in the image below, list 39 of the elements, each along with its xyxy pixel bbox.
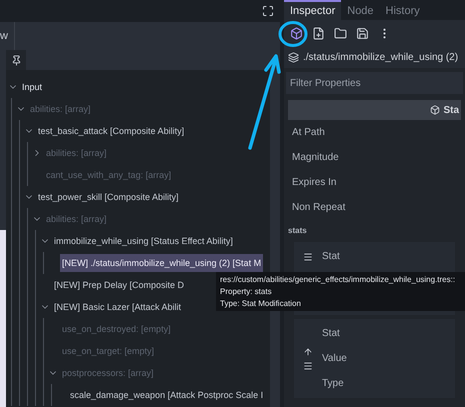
tree-item[interactable]: scale_damage_weapon [Attack Postproc Scale I <box>68 386 266 404</box>
resource-icon <box>288 52 299 62</box>
tree-item[interactable]: Input <box>20 78 44 96</box>
property-label: Expires In <box>292 176 336 190</box>
panel-tab[interactable]: Inspector <box>284 0 342 20</box>
tooltip-line: Property: stats <box>220 286 273 297</box>
save-icon[interactable] <box>356 26 369 40</box>
tree-item[interactable]: test_basic_attack [Composite Ability] <box>36 122 186 140</box>
field-label: Type <box>322 377 345 391</box>
resource-path: ./status/immobilize_while_using (2) <box>303 50 458 64</box>
drag-handle-icon[interactable] <box>303 252 313 262</box>
property-label: At Path <box>292 126 325 140</box>
property-label: Non Repeat <box>292 201 346 215</box>
tree-item[interactable]: [NEW] Basic Lazer [Attack Abilit <box>52 298 184 316</box>
new-file-icon[interactable] <box>312 26 325 40</box>
resource-icon <box>430 105 440 115</box>
fullscreen-icon[interactable] <box>262 5 274 17</box>
field-label: Stat <box>322 250 340 264</box>
move-up-icon[interactable] <box>303 346 313 356</box>
drag-handle-icon[interactable] <box>303 360 313 370</box>
tree-item[interactable]: test_power_skill [Composite Ability] <box>36 188 181 206</box>
section-title[interactable]: Sta <box>443 102 459 118</box>
tree-item[interactable]: [NEW] ./status/immobilize_while_using (2) [Stat M <box>60 254 264 272</box>
tooltip-line: res://custom/abilities/generic_effects/immobilize_while_using.tres:: <box>220 274 456 285</box>
field-label: Value <box>322 352 347 366</box>
cube-icon[interactable] <box>290 26 303 40</box>
pin-icon[interactable] <box>10 54 22 66</box>
property-label: Magnitude <box>292 151 339 165</box>
panel-tab[interactable]: Node <box>341 0 380 20</box>
tree-item[interactable]: [NEW] Prep Delay [Composite D <box>52 276 186 294</box>
tooltip-line: Type: Stat Modification <box>220 298 302 309</box>
folder-icon[interactable] <box>334 26 347 40</box>
group-label: stats <box>288 225 307 237</box>
annotation-circle-drawing <box>278 20 308 48</box>
tree-item[interactable]: immobilize_while_using [Status Effect Ability] <box>52 232 235 250</box>
panel-tab[interactable]: History <box>380 0 426 20</box>
filter-field[interactable]: Filter Properties <box>286 72 463 94</box>
field-label: Stat <box>322 327 341 341</box>
pin-button[interactable] <box>6 50 26 70</box>
